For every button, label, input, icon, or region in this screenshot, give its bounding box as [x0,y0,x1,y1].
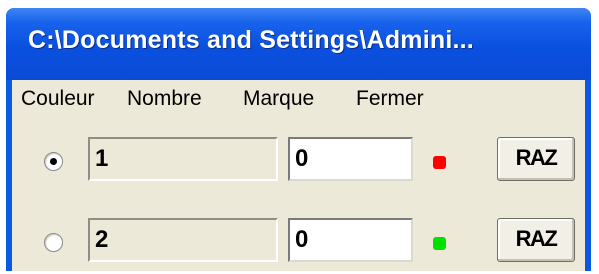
menu-marque[interactable]: Marque [243,87,314,111]
window-title: C:\Documents and Settings\Admini... [28,26,474,54]
status-led-icon [433,156,446,169]
client-area: Couleur Nombre Marque Fermer 1 0 RAZ 2 0… [12,80,585,271]
raz-button[interactable]: RAZ [497,137,575,181]
radio-selected-icon[interactable] [44,152,63,171]
raz-button-label: RAZ [515,145,558,170]
menu-nombre[interactable]: Nombre [127,87,202,111]
app-window: C:\Documents and Settings\Admini... Coul… [6,8,591,271]
menu-fermer[interactable]: Fermer [356,87,424,111]
menu-bar: Couleur Nombre Marque Fermer [12,80,585,122]
row-1: 1 0 RAZ [12,133,585,193]
menu-couleur[interactable]: Couleur [21,87,95,111]
value-text: 0 [295,226,309,253]
value-text: 0 [295,145,309,172]
title-bar[interactable]: C:\Documents and Settings\Admini... [6,8,591,80]
row-2: 2 0 RAZ [12,214,585,274]
value-input[interactable]: 0 [288,137,413,181]
row-id-field: 2 [88,218,278,262]
row-id: 2 [95,226,109,253]
row-id-field: 1 [88,137,278,181]
raz-button[interactable]: RAZ [497,218,575,262]
radio-unselected-icon[interactable] [44,233,63,252]
row-id: 1 [95,145,109,172]
raz-button-label: RAZ [515,226,558,251]
value-input[interactable]: 0 [288,218,413,262]
status-led-icon [433,237,446,250]
